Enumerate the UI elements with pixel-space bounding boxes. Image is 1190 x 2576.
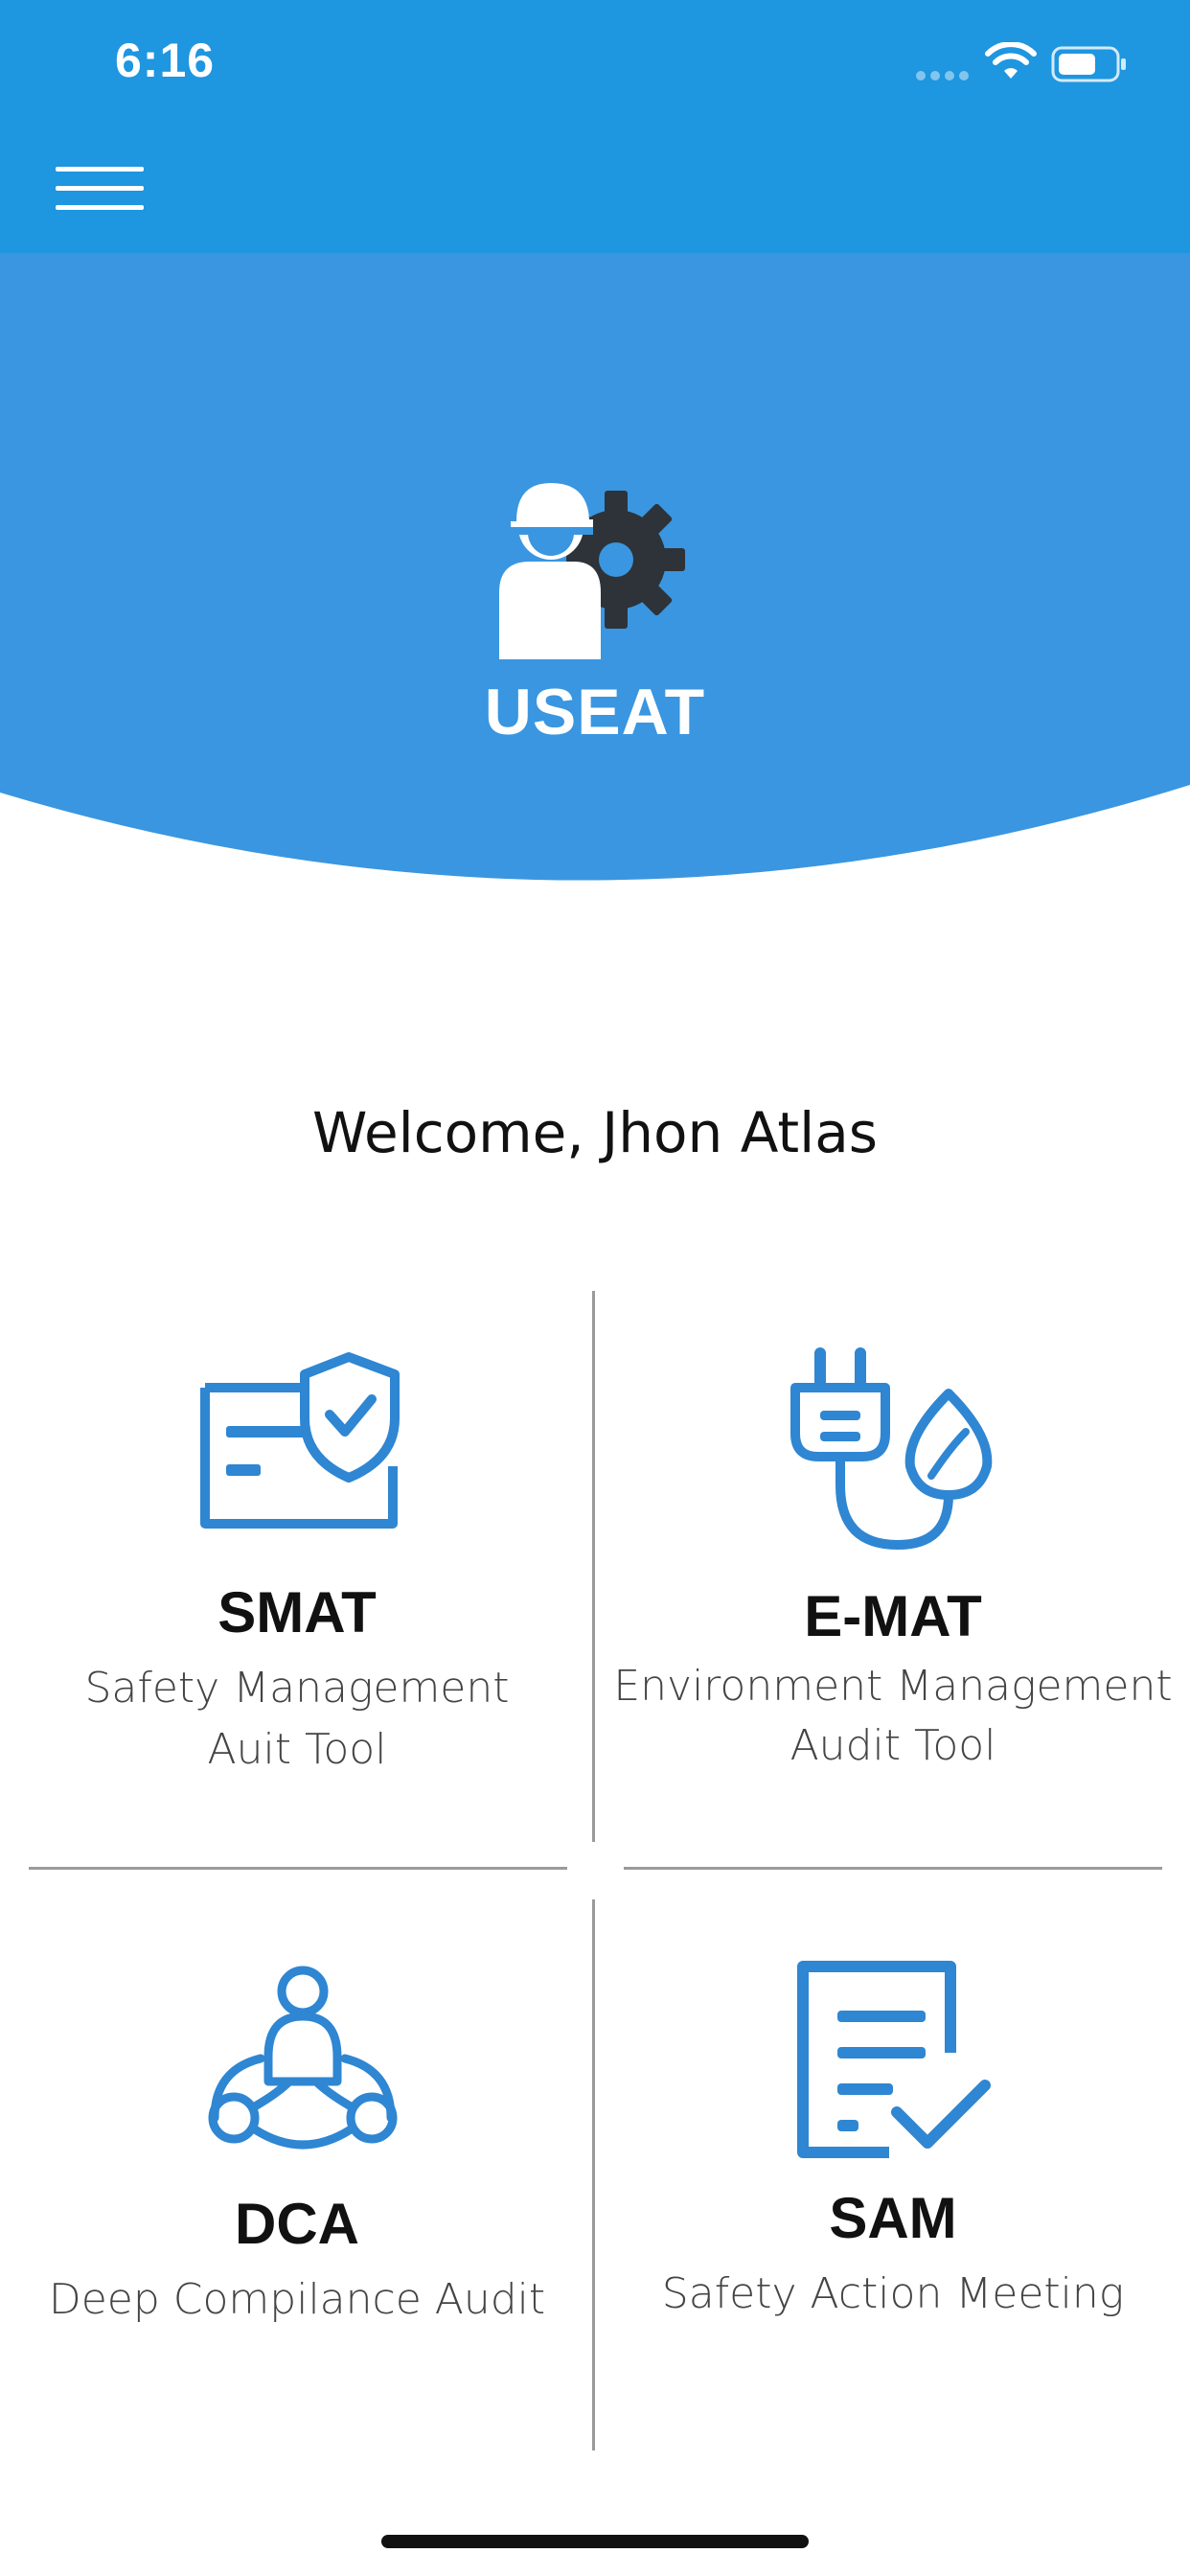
grid-divider-vertical-bottom [592,1899,595,2450]
tile-title: SMAT [217,1580,377,1644]
menu-button[interactable] [56,163,144,215]
tile-subtitle: Audit Tool [790,1721,996,1770]
tile-sam[interactable]: SAM Safety Action Meeting [606,1955,1180,2396]
hamburger-icon-line [56,205,144,210]
tile-title: DCA [235,2192,359,2256]
wifi-icon [985,42,1037,79]
tile-subtitle: Deep Compilance Audit [48,2275,546,2324]
hero-banner: USEAT [0,253,1190,886]
battery-icon [1051,46,1126,82]
worker-gear-icon [499,483,685,659]
hamburger-icon [56,167,144,172]
tile-smat[interactable]: SMAT Safety Management Auit Tool [10,1342,584,1792]
app-title: USEAT [484,676,706,748]
team-network-icon [208,1966,398,2150]
status-time: 6:16 [115,34,216,87]
home-indicator[interactable] [381,2535,809,2548]
tile-subtitle: Environment Management [613,1662,1173,1711]
tile-title: E-MAT [804,1584,982,1648]
top-bar: 6:16 [0,0,1190,253]
plug-leaf-icon [790,1347,993,1551]
grid-divider-horizontal-left [29,1867,567,1870]
welcome-message: Welcome, Jhon Atlas [312,1100,878,1165]
tile-subtitle: Safety Action Meeting [661,2269,1125,2318]
home-screen: 6:16 USEAT Welcome, Jhon Atlas SMAT Safe… [0,0,1190,2576]
tile-dca[interactable]: DCA Deep Compilance Audit [10,1955,584,2396]
grid-divider-horizontal-right [624,1867,1162,1870]
grid-divider-vertical-top [592,1291,595,1842]
tile-e-mat[interactable]: E-MAT Environment Management Audit Tool [606,1342,1180,1792]
cellular-signal-icon [916,71,969,80]
tile-subtitle: Safety Management [84,1664,510,1713]
hamburger-icon-line [56,186,144,191]
checklist-icon [797,1961,991,2158]
tile-subtitle: Auit Tool [207,1725,387,1774]
tile-title: SAM [829,2186,957,2250]
shield-document-icon [200,1352,400,1529]
